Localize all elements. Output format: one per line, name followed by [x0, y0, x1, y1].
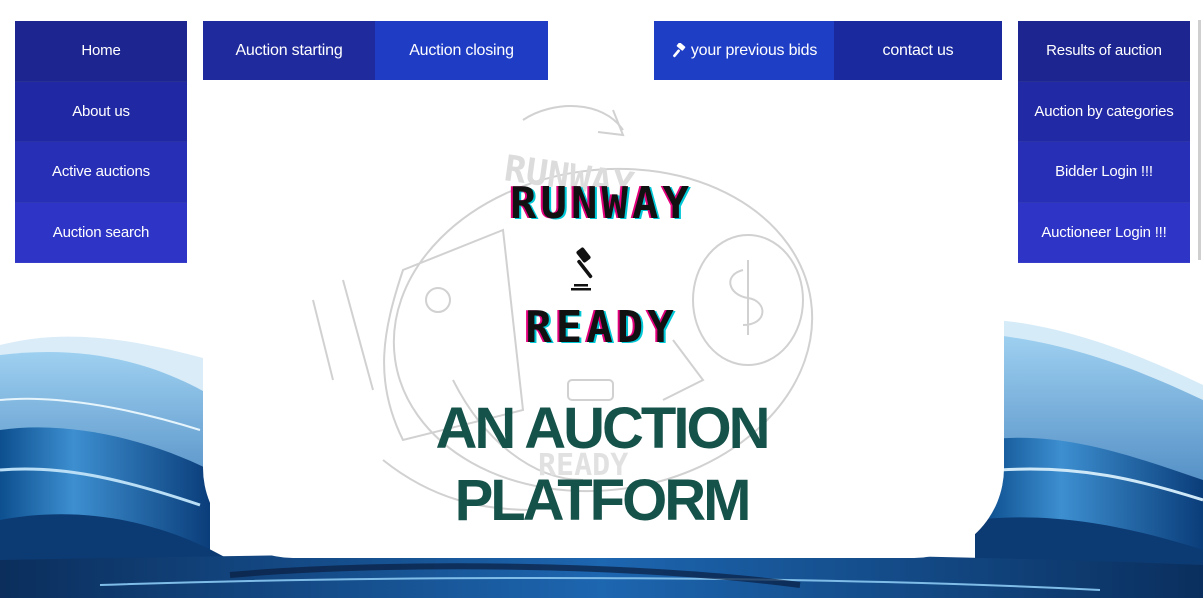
tagline-line-2: PLATFORM [454, 468, 752, 533]
nav-auction-closing[interactable]: Auction closing [375, 21, 548, 80]
top-nav-right: your previous bids contact us [654, 21, 1002, 80]
logo-runway: RUNWAY [510, 178, 693, 229]
gavel-icon [672, 42, 686, 57]
nav-about-us[interactable]: About us [15, 81, 187, 142]
nav-auction-starting[interactable]: Auction starting [203, 21, 375, 80]
previous-bids-label: your previous bids [690, 41, 818, 59]
nav-contact-us[interactable]: contact us [834, 21, 1002, 80]
nav-results-of-auction[interactable]: Results of auction [1018, 21, 1190, 82]
nav-previous-bids[interactable]: your previous bids [654, 21, 834, 80]
top-nav-left: Auction starting Auction closing [203, 21, 548, 80]
tagline-line-1: AN AUCTION [435, 396, 771, 461]
nav-auction-by-categories[interactable]: Auction by categories [1018, 81, 1190, 142]
gavel-icon [571, 247, 593, 291]
logo-ready: READY [525, 302, 678, 353]
nav-home[interactable]: Home [15, 21, 187, 82]
